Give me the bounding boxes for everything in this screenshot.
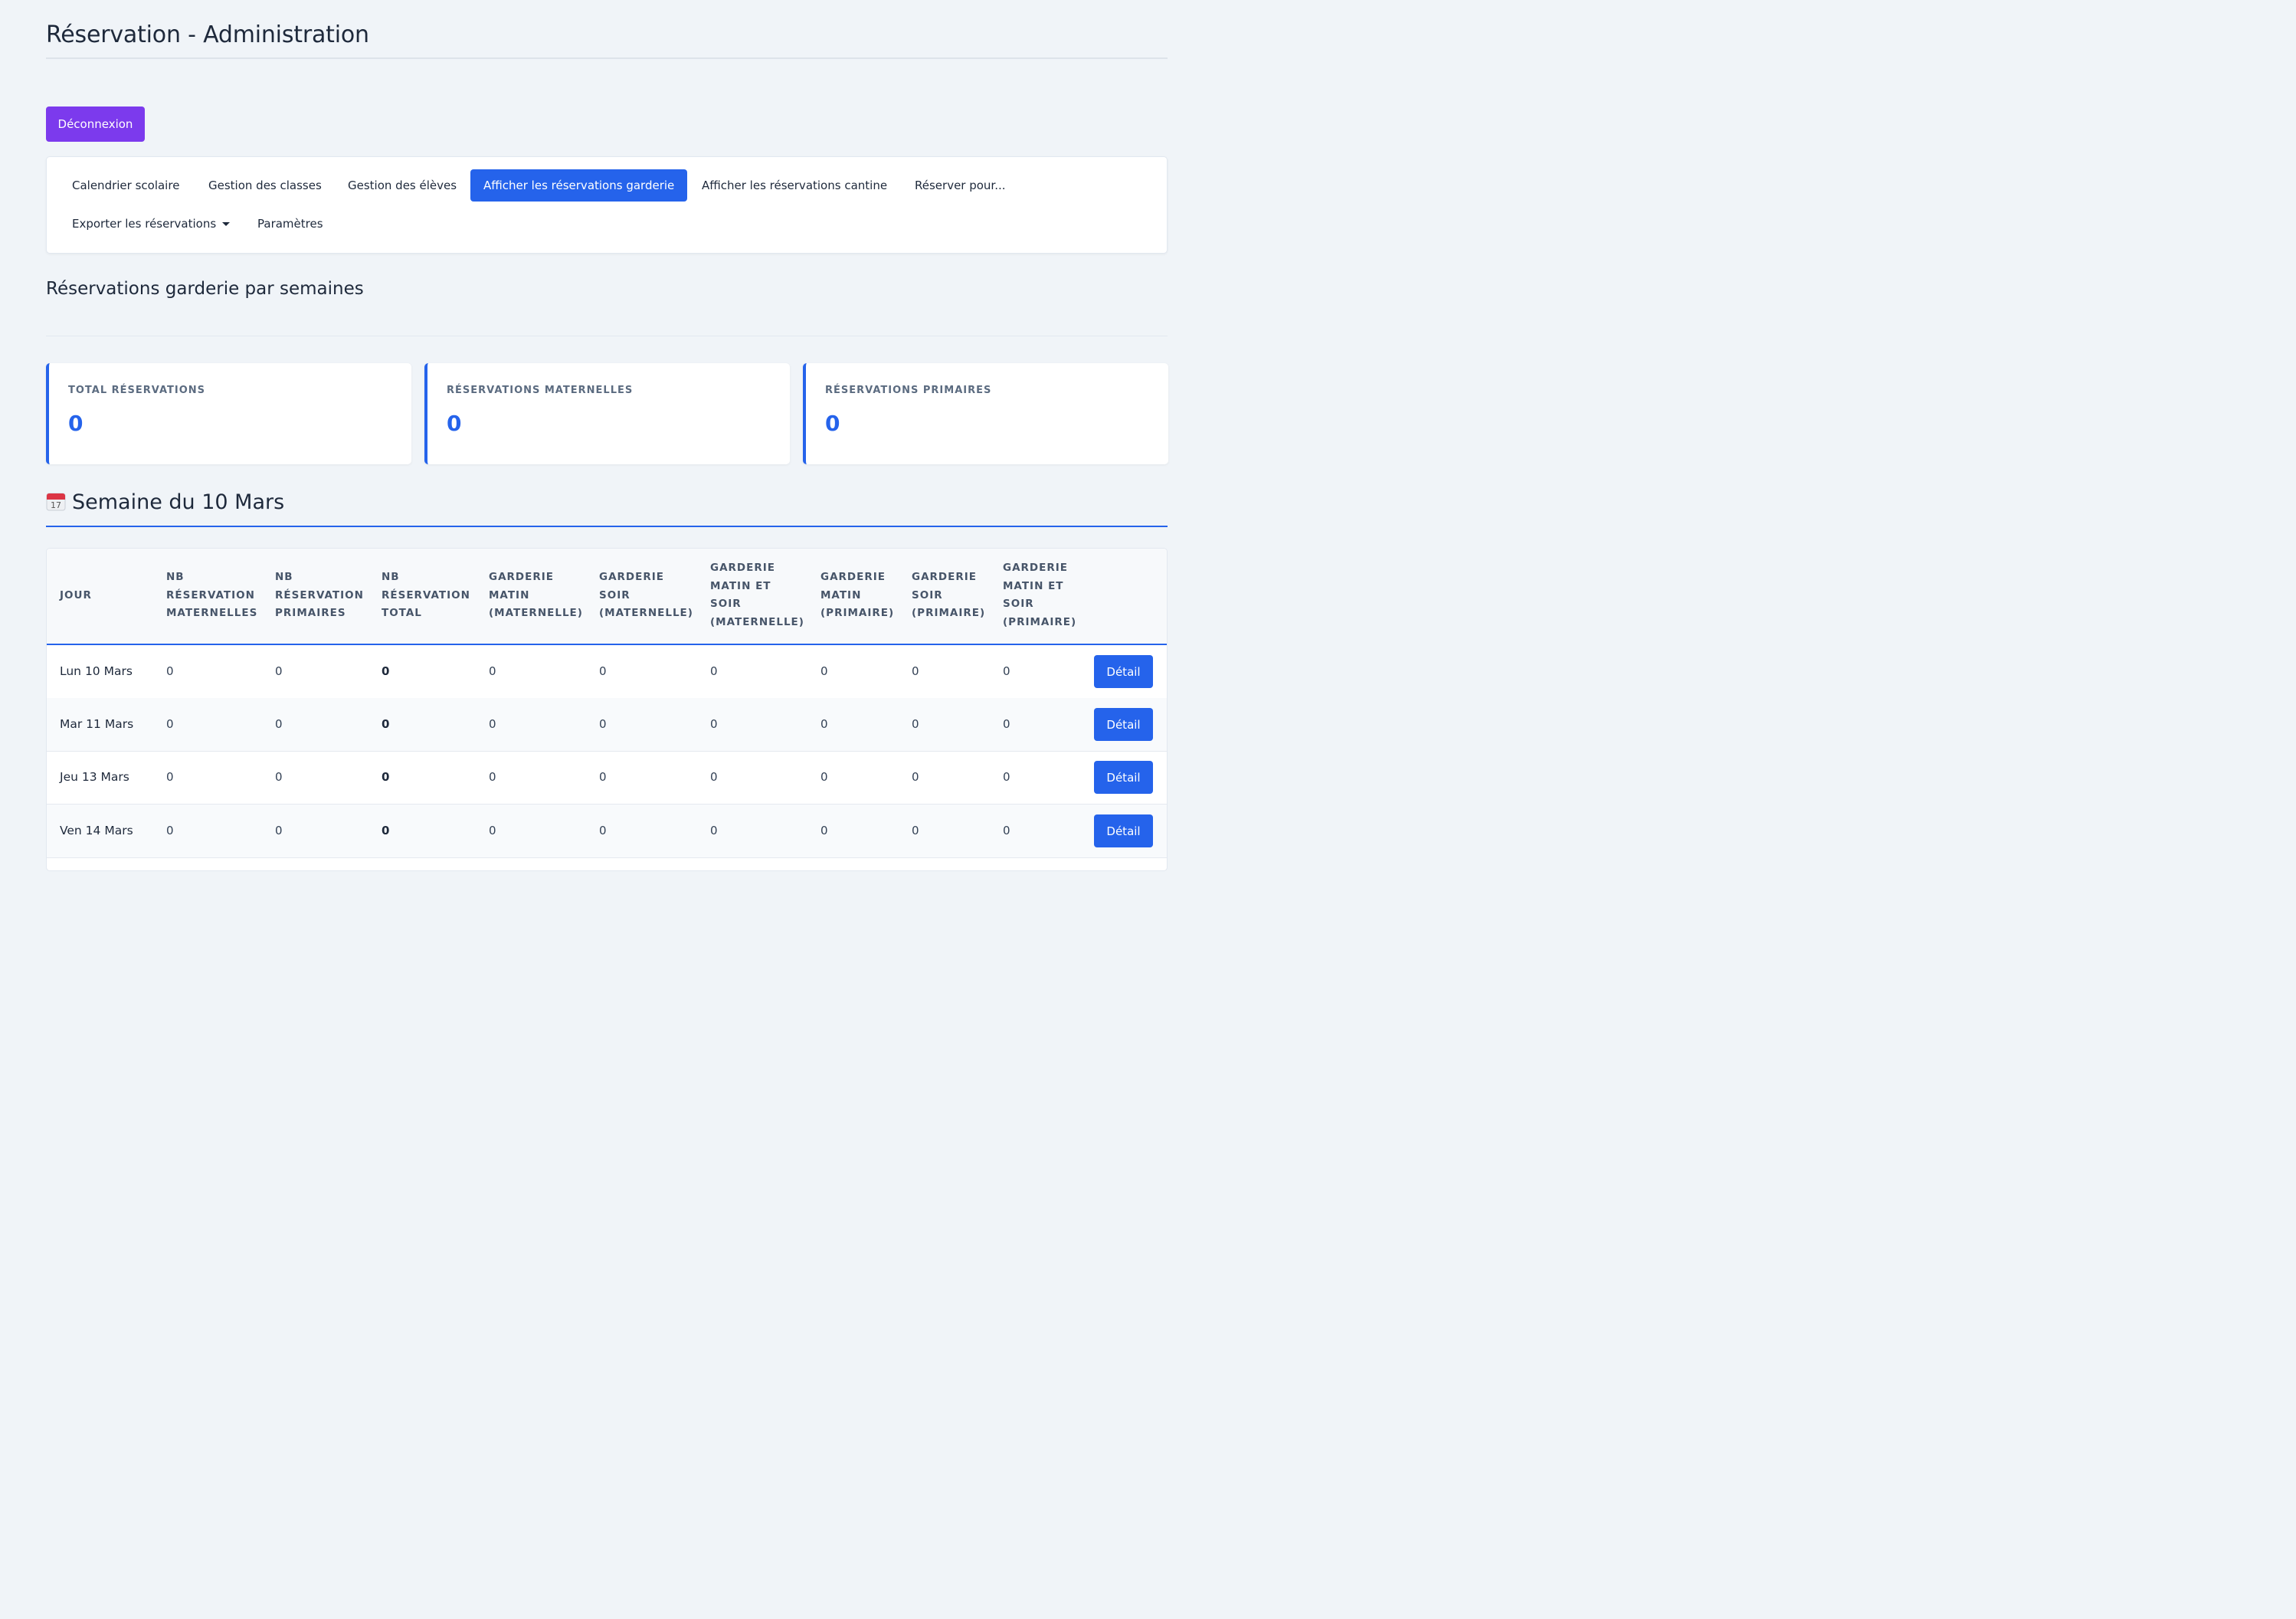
detail-button[interactable]: Détail [1094,708,1153,741]
cell-value: 0 [710,770,718,784]
stat-label: RÉSERVATIONS MATERNELLES [447,385,634,396]
th-matin-soir-primaire: GARDERIE MATIN ET SOIR (PRIMAIRE) [1003,562,1077,628]
table-row: Mar 11 Mars 0 0 0 0 0 0 0 0 0 Détail [47,698,1167,752]
cell-value: 0 [1003,824,1010,837]
logout-button[interactable]: Déconnexion [46,107,145,142]
th-nb-maternelles: NB RÉSERVATION MATERNELLES [166,571,258,619]
page-title: Réservation - Administration [46,21,369,48]
th-soir-maternelle: GARDERIE SOIR (MATERNELLE) [599,571,693,619]
stat-value: 0 [68,411,84,436]
cell-value: 0 [599,717,607,731]
cell-day: Mar 11 Mars [60,717,134,731]
caret-down-icon [222,222,231,226]
cell-value: 0 [275,770,283,784]
table-row: Jeu 13 Mars 0 0 0 0 0 0 0 0 0 Détail [47,751,1167,805]
main-nav: Calendrier scolaire Gestion des classes … [46,156,1168,254]
cell-value: 0 [1003,717,1010,731]
nav-reservations-cantine[interactable]: Afficher les réservations cantine [689,169,900,202]
th-jour: JOUR [60,589,92,601]
cell-total: 0 [382,717,390,731]
detail-button[interactable]: Détail [1094,761,1153,794]
stat-card-total: TOTAL RÉSERVATIONS 0 [46,363,411,464]
stat-card-maternelles: RÉSERVATIONS MATERNELLES 0 [424,363,790,464]
detail-button[interactable]: Détail [1094,814,1153,847]
week-title: 17 Semaine du 10 Mars [46,490,284,514]
cell-value: 0 [275,824,283,837]
cell-value: 0 [912,717,919,731]
cell-value: 0 [489,717,496,731]
th-matin-soir-maternelle: GARDERIE MATIN ET SOIR (MATERNELLE) [710,562,804,628]
cell-value: 0 [710,664,718,678]
cell-day: Ven 14 Mars [60,824,133,837]
th-matin-maternelle: GARDERIE MATIN (MATERNELLE) [489,571,583,619]
nav-reservations-garderie[interactable]: Afficher les réservations garderie [470,169,688,202]
stat-label: RÉSERVATIONS PRIMAIRES [825,385,992,396]
section-title: Réservations garderie par semaines [46,279,364,299]
nav-exporter-label: Exporter les réservations [72,217,217,231]
cell-value: 0 [489,664,496,678]
nav-reserver-pour[interactable]: Réserver pour... [902,169,1019,202]
nav-parametres[interactable]: Paramètres [244,208,336,240]
cell-value: 0 [912,824,919,837]
cell-value: 0 [275,717,283,731]
calendar-icon: 17 [46,493,66,511]
cell-value: 0 [489,824,496,837]
stat-label: TOTAL RÉSERVATIONS [68,385,206,396]
cell-value: 0 [912,770,919,784]
cell-value: 0 [1003,664,1010,678]
nav-calendrier-scolaire[interactable]: Calendrier scolaire [59,169,192,202]
cell-value: 0 [820,770,828,784]
cell-total: 0 [382,664,390,678]
title-divider [46,57,1168,59]
week-divider [46,526,1168,527]
cell-value: 0 [599,824,607,837]
cell-value: 0 [166,824,174,837]
cell-total: 0 [382,824,390,837]
cell-value: 0 [275,664,283,678]
nav-gestion-classes[interactable]: Gestion des classes [195,169,335,202]
cell-value: 0 [820,824,828,837]
cell-value: 0 [820,664,828,678]
stat-value: 0 [825,411,840,436]
nav-gestion-eleves[interactable]: Gestion des élèves [335,169,470,202]
cell-day: Jeu 13 Mars [60,770,129,784]
table-row: Lun 10 Mars 0 0 0 0 0 0 0 0 0 Détail [47,645,1167,699]
th-nb-primaires: NB RÉSERVATION PRIMAIRES [275,571,364,619]
detail-button[interactable]: Détail [1094,655,1153,688]
cell-value: 0 [166,664,174,678]
cell-value: 0 [166,717,174,731]
svg-text:17: 17 [51,500,61,510]
table-header: JOUR NB RÉSERVATION MATERNELLES NB RÉSER… [47,549,1167,645]
cell-value: 0 [489,770,496,784]
cell-value: 0 [166,770,174,784]
cell-value: 0 [820,717,828,731]
stat-value: 0 [447,411,462,436]
cell-value: 0 [599,664,607,678]
stat-card-primaires: RÉSERVATIONS PRIMAIRES 0 [803,363,1168,464]
admin-page: Réservation - Administration Déconnexion… [46,0,1168,871]
cell-value: 0 [710,824,718,837]
th-nb-total: NB RÉSERVATION TOTAL [382,571,470,619]
cell-value: 0 [599,770,607,784]
table-row: Ven 14 Mars 0 0 0 0 0 0 0 0 0 Détail [47,805,1167,858]
reservations-table: JOUR NB RÉSERVATION MATERNELLES NB RÉSER… [46,548,1168,871]
cell-value: 0 [912,664,919,678]
th-matin-primaire: GARDERIE MATIN (PRIMAIRE) [820,571,895,619]
th-soir-primaire: GARDERIE SOIR (PRIMAIRE) [912,571,986,619]
week-title-text: Semaine du 10 Mars [72,490,285,514]
cell-total: 0 [382,770,390,784]
nav-exporter-reservations[interactable]: Exporter les réservations [59,208,243,240]
cell-day: Lun 10 Mars [60,664,133,678]
cell-value: 0 [1003,770,1010,784]
cell-value: 0 [710,717,718,731]
